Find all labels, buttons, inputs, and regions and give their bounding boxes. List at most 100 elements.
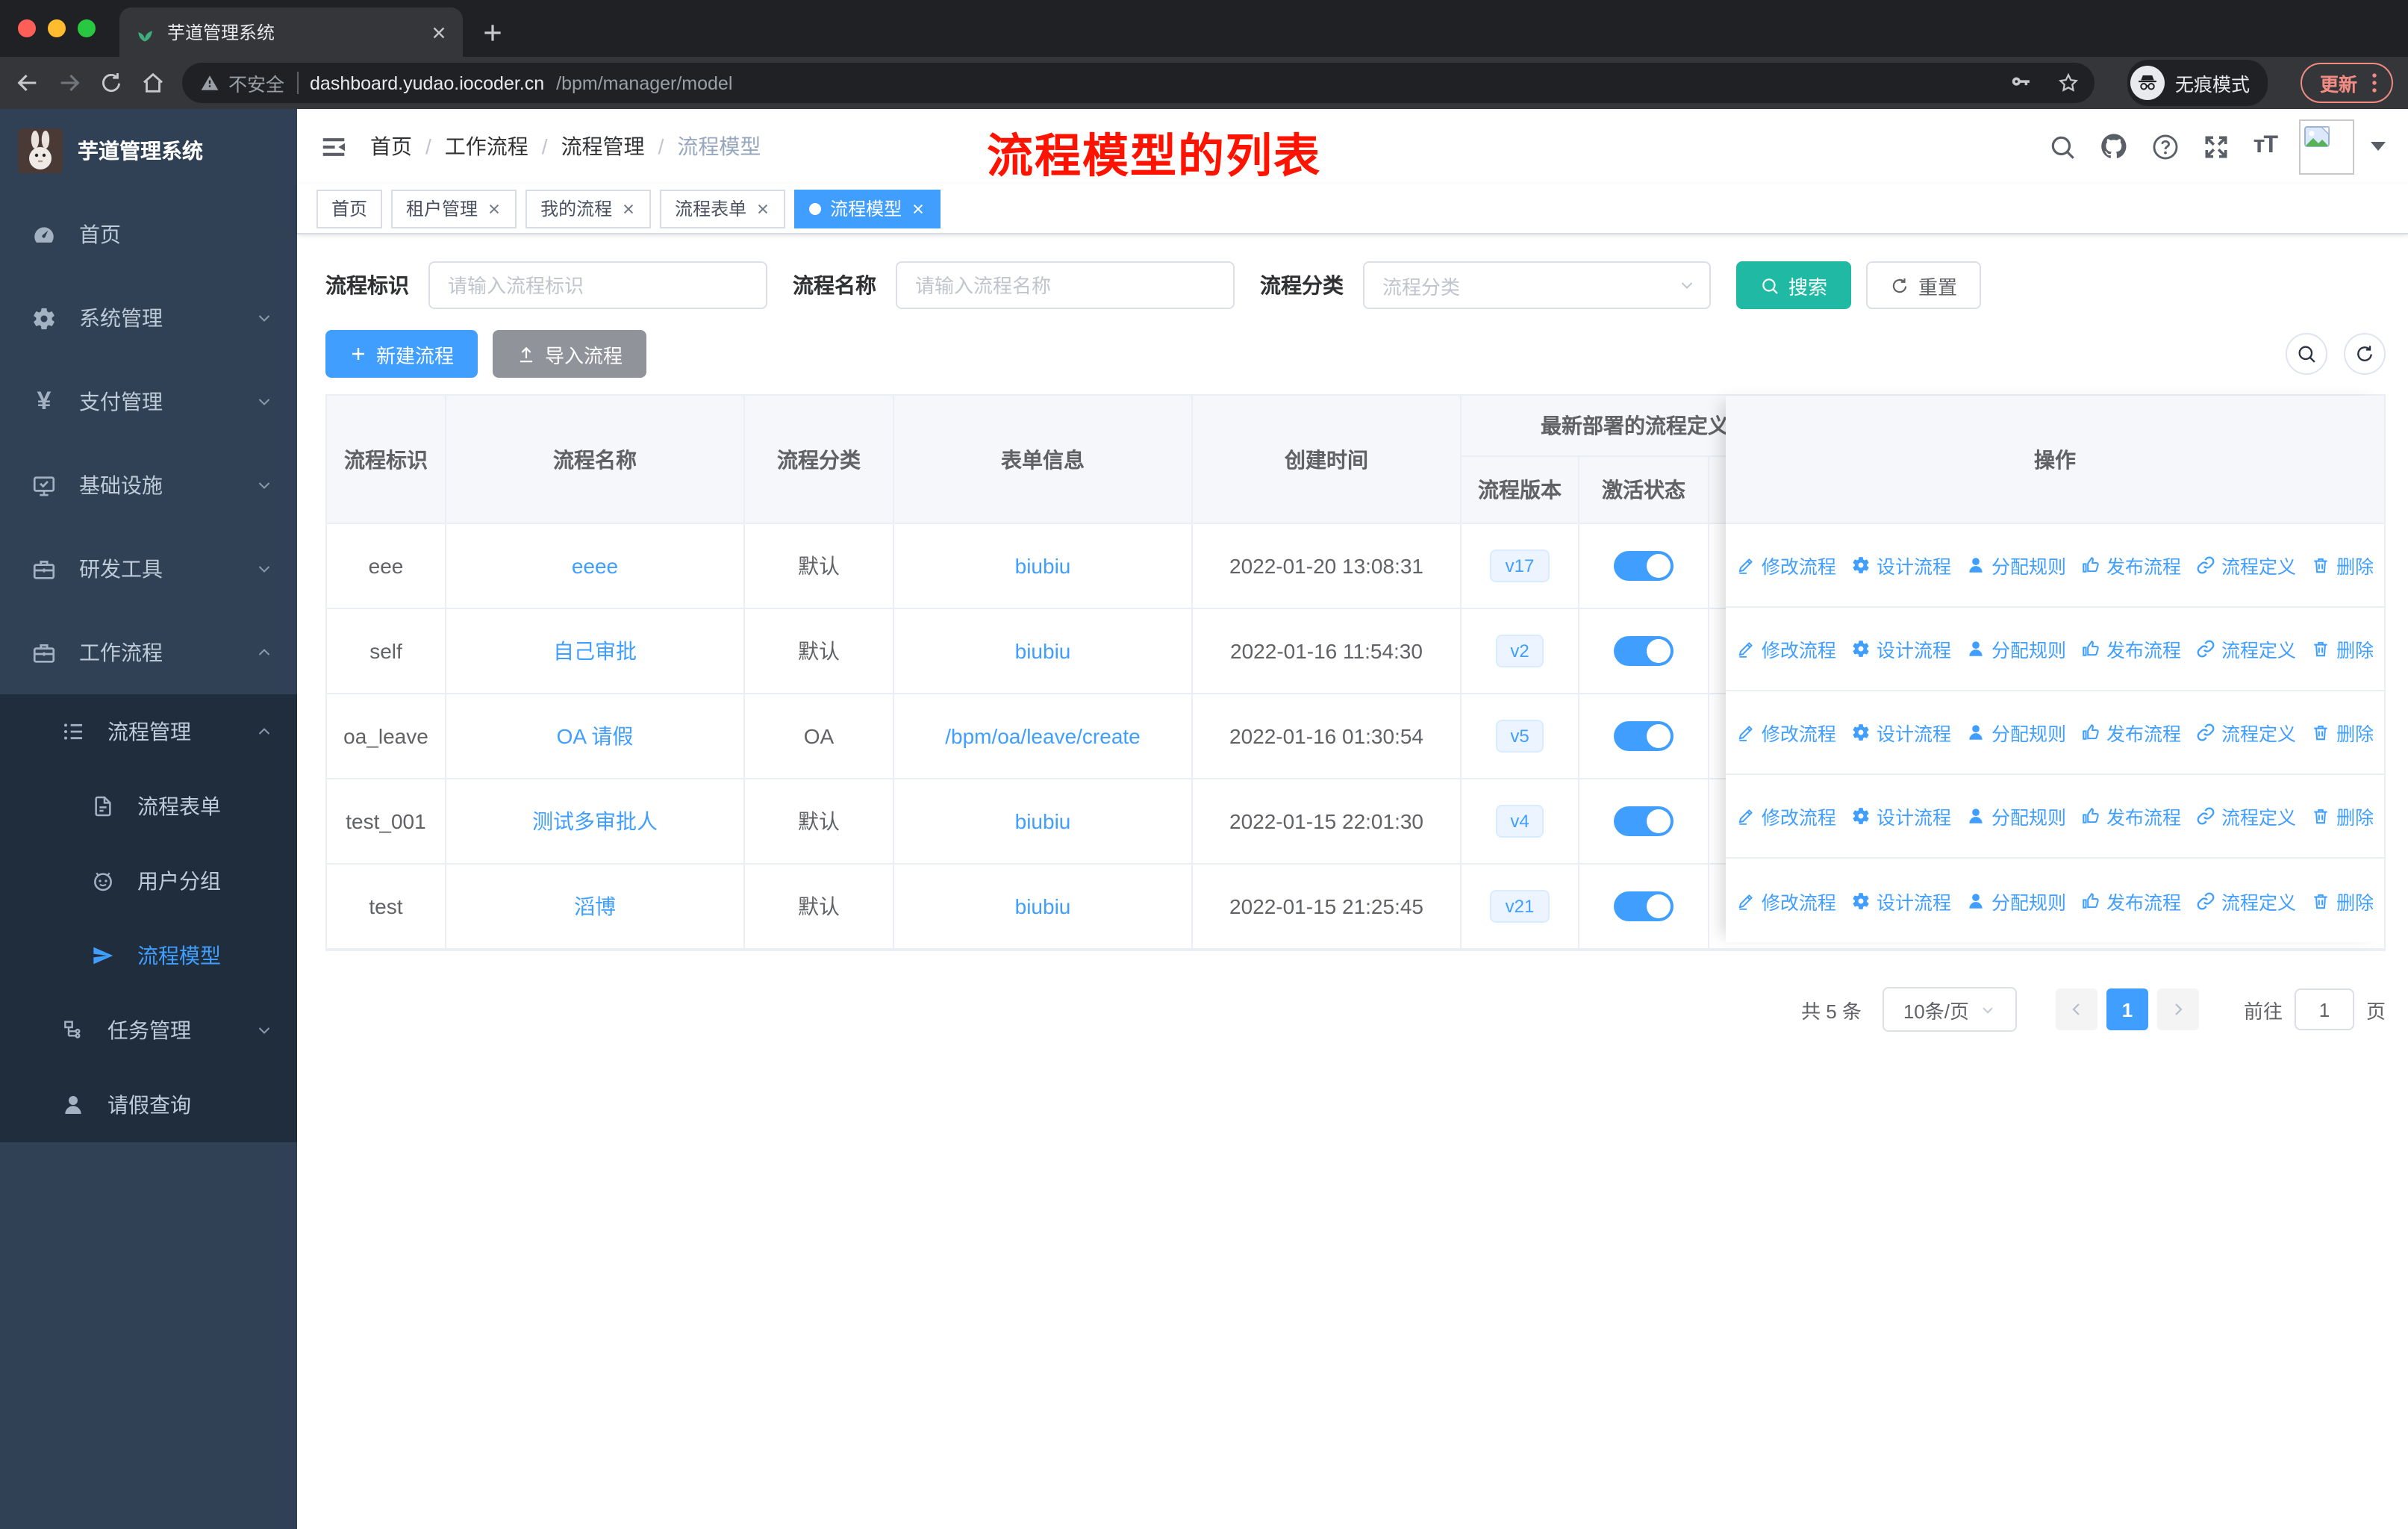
tag-close-icon[interactable] [487, 201, 502, 216]
bookmark-star-icon[interactable] [2057, 72, 2080, 94]
zoom-window-button[interactable] [78, 19, 96, 37]
process-definition-link[interactable]: 流程定义 [2196, 551, 2296, 579]
help-icon[interactable] [2152, 132, 2180, 161]
toggle-search-button[interactable] [2286, 333, 2327, 375]
process-name-link[interactable]: 测试多审批人 [532, 806, 658, 836]
publish-process-link[interactable]: 发布流程 [2081, 718, 2181, 747]
process-definition-link[interactable]: 流程定义 [2196, 718, 2296, 747]
sidebar-fold-icon[interactable] [319, 132, 348, 161]
forward-button[interactable] [57, 70, 82, 96]
prev-page-button[interactable] [2055, 988, 2097, 1030]
delete-link[interactable]: 删除 [2311, 802, 2374, 830]
delete-link[interactable]: 删除 [2311, 886, 2374, 915]
tag-process-form[interactable]: 流程表单 [660, 189, 786, 228]
sidebar-item-task-mgmt[interactable]: 任务管理 [0, 993, 297, 1068]
minimize-window-button[interactable] [48, 19, 66, 37]
status-toggle[interactable] [1614, 636, 1674, 666]
process-id-input[interactable] [428, 261, 767, 309]
page-size-select[interactable]: 10条/页 [1882, 987, 2017, 1032]
search-icon[interactable] [2049, 132, 2077, 161]
sidebar-item-leave-query[interactable]: 请假查询 [0, 1068, 297, 1142]
delete-link[interactable]: 删除 [2311, 551, 2374, 579]
goto-page-input[interactable] [2294, 988, 2354, 1030]
browser-tab[interactable]: 芋道管理系统 [119, 7, 463, 57]
process-definition-link[interactable]: 流程定义 [2196, 802, 2296, 830]
browser-menu-dots-icon[interactable] [2362, 70, 2387, 96]
edit-process-link[interactable]: 修改流程 [1736, 635, 1836, 663]
process-name-input[interactable] [896, 261, 1235, 309]
font-size-icon[interactable]: ᴛT [2253, 133, 2278, 160]
github-icon[interactable] [2100, 131, 2130, 161]
design-process-link[interactable]: 设计流程 [1851, 551, 1951, 579]
sidebar-item-workflow[interactable]: 工作流程 [0, 611, 297, 694]
password-key-icon[interactable] [2009, 72, 2032, 94]
sidebar-item-process-form[interactable]: 流程表单 [0, 769, 297, 844]
tag-my-process[interactable]: 我的流程 [525, 189, 652, 228]
sidebar-item-home[interactable]: 首页 [0, 193, 297, 276]
status-toggle[interactable] [1614, 721, 1674, 751]
breadcrumb-process-mgmt[interactable]: 流程管理 [561, 131, 645, 161]
close-window-button[interactable] [18, 19, 36, 37]
tag-home[interactable]: 首页 [316, 189, 383, 228]
new-tab-button[interactable] [481, 21, 505, 45]
assign-rule-link[interactable]: 分配规则 [1966, 635, 2066, 663]
publish-process-link[interactable]: 发布流程 [2081, 802, 2181, 830]
breadcrumb-home[interactable]: 首页 [370, 131, 412, 161]
edit-process-link[interactable]: 修改流程 [1736, 718, 1836, 747]
create-process-button[interactable]: 新建流程 [325, 330, 478, 378]
assign-rule-link[interactable]: 分配规则 [1966, 802, 2066, 830]
assign-rule-link[interactable]: 分配规则 [1966, 718, 2066, 747]
publish-process-link[interactable]: 发布流程 [2081, 635, 2181, 663]
design-process-link[interactable]: 设计流程 [1851, 886, 1951, 915]
home-button[interactable] [140, 70, 166, 96]
publish-process-link[interactable]: 发布流程 [2081, 886, 2181, 915]
status-toggle[interactable] [1614, 891, 1674, 921]
form-info-link[interactable]: /bpm/oa/leave/create [945, 724, 1141, 748]
process-name-link[interactable]: 自己审批 [553, 636, 637, 666]
avatar-caret-down-icon[interactable] [2371, 142, 2386, 151]
next-page-button[interactable] [2156, 988, 2199, 1030]
back-button[interactable] [15, 70, 40, 96]
process-definition-link[interactable]: 流程定义 [2196, 635, 2296, 663]
avatar[interactable] [2299, 119, 2354, 174]
edit-process-link[interactable]: 修改流程 [1736, 802, 1836, 830]
process-definition-link[interactable]: 流程定义 [2196, 886, 2296, 915]
tag-process-model[interactable]: 流程模型 [794, 189, 941, 228]
status-toggle[interactable] [1614, 551, 1674, 581]
publish-process-link[interactable]: 发布流程 [2081, 551, 2181, 579]
form-info-link[interactable]: biubiu [1015, 554, 1071, 578]
page-number-current[interactable]: 1 [2106, 988, 2148, 1030]
tag-tenant-mgmt[interactable]: 租户管理 [391, 189, 517, 228]
reload-button[interactable] [99, 70, 124, 96]
import-process-button[interactable]: 导入流程 [493, 330, 647, 378]
design-process-link[interactable]: 设计流程 [1851, 718, 1951, 747]
process-name-link[interactable]: OA 请假 [557, 721, 634, 751]
sidebar-item-system[interactable]: 系统管理 [0, 276, 297, 360]
tab-close-icon[interactable] [430, 23, 448, 41]
delete-link[interactable]: 删除 [2311, 718, 2374, 747]
edit-process-link[interactable]: 修改流程 [1736, 551, 1836, 579]
sidebar-item-pay[interactable]: ¥ 支付管理 [0, 360, 297, 443]
reset-button[interactable]: 重置 [1866, 261, 1982, 309]
window-controls[interactable] [18, 19, 96, 37]
design-process-link[interactable]: 设计流程 [1851, 802, 1951, 830]
form-info-link[interactable]: biubiu [1015, 639, 1071, 663]
tag-close-icon[interactable] [621, 201, 636, 216]
chrome-update-button[interactable]: 更新 [2300, 63, 2393, 103]
sidebar-item-user-group[interactable]: 用户分组 [0, 844, 297, 918]
tag-close-icon[interactable] [755, 201, 770, 216]
delete-link[interactable]: 删除 [2311, 635, 2374, 663]
address-bar[interactable]: 不安全 dashboard.yudao.iocoder.cn/bpm/manag… [182, 63, 2094, 103]
sidebar-item-infra[interactable]: 基础设施 [0, 443, 297, 527]
search-button[interactable]: 搜索 [1736, 261, 1852, 309]
process-name-link[interactable]: 滔博 [574, 891, 616, 921]
assign-rule-link[interactable]: 分配规则 [1966, 551, 2066, 579]
breadcrumb-workflow[interactable]: 工作流程 [445, 131, 528, 161]
form-info-link[interactable]: biubiu [1015, 894, 1071, 918]
tag-close-icon[interactable] [911, 201, 926, 216]
sidebar-item-process-mgmt[interactable]: 流程管理 [0, 694, 297, 769]
status-toggle[interactable] [1614, 806, 1674, 836]
fullscreen-icon[interactable] [2203, 132, 2231, 161]
process-name-link[interactable]: eeee [572, 554, 618, 578]
design-process-link[interactable]: 设计流程 [1851, 635, 1951, 663]
